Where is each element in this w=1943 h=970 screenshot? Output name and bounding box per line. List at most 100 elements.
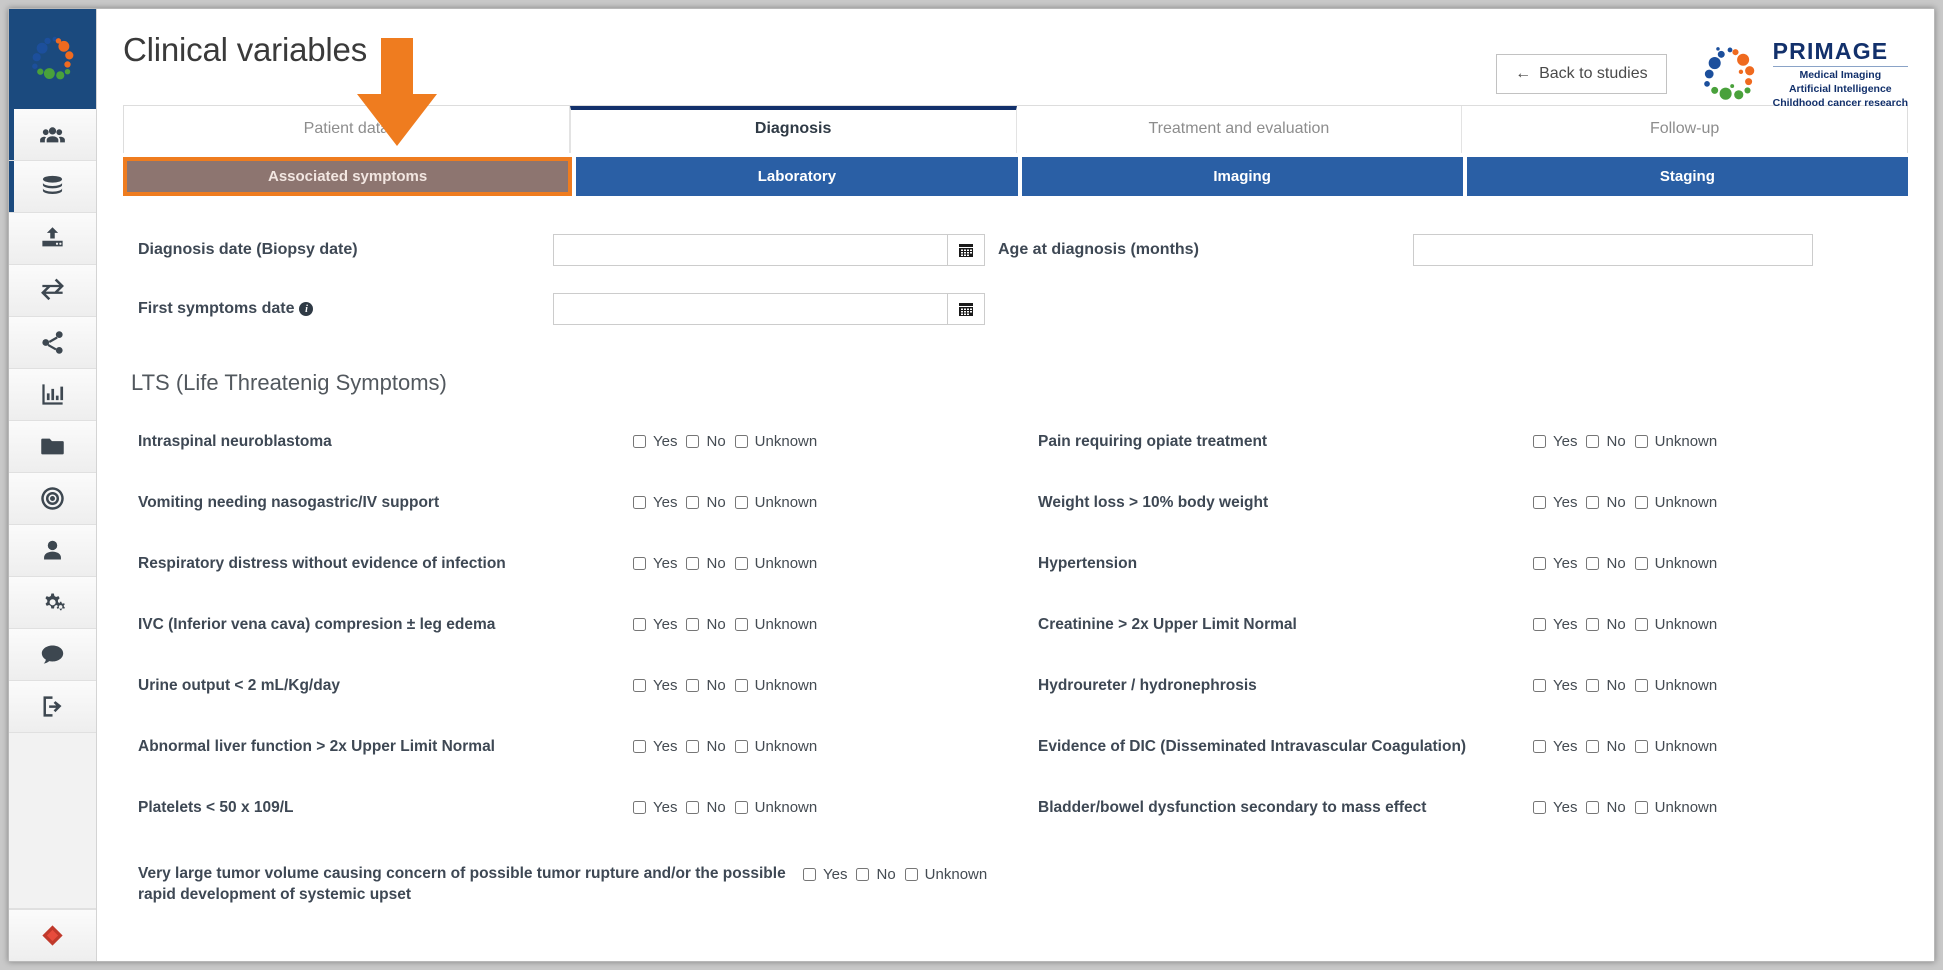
checkbox-unknown[interactable] [1634,556,1648,570]
checkbox-no[interactable] [686,678,700,692]
back-to-studies-button[interactable]: ← Back to studies [1496,54,1667,95]
checkbox-no[interactable] [686,495,700,509]
checkbox-yes[interactable] [633,800,646,814]
sidebar-item-upload[interactable] [9,213,96,265]
label-yes[interactable]: Yes [1553,494,1577,511]
label-yes[interactable]: Yes [1553,677,1577,694]
checkbox-yes[interactable] [633,617,646,631]
label-yes[interactable]: Yes [1553,799,1577,816]
label-no[interactable]: No [1606,738,1625,755]
label-yes[interactable]: Yes [653,555,677,572]
tab-patient-data[interactable]: Patient data [124,106,570,153]
label-no[interactable]: No [706,494,725,511]
label-unknown[interactable]: Unknown [925,866,988,883]
checkbox-unknown[interactable] [734,556,748,570]
label-yes[interactable]: Yes [1553,616,1577,633]
diagnosis-date-input[interactable] [553,234,947,266]
tab-follow-up[interactable]: Follow-up [1462,106,1907,153]
label-yes[interactable]: Yes [653,494,677,511]
sidebar-item-targets[interactable] [9,473,96,525]
label-unknown[interactable]: Unknown [755,677,818,694]
checkbox-unknown[interactable] [1634,617,1648,631]
checkbox-yes[interactable] [1533,495,1546,509]
label-unknown[interactable]: Unknown [1655,738,1718,755]
label-no[interactable]: No [1606,677,1625,694]
label-unknown[interactable]: Unknown [1655,616,1718,633]
checkbox-unknown[interactable] [734,495,748,509]
checkbox-no[interactable] [686,556,700,570]
label-yes[interactable]: Yes [1553,555,1577,572]
checkbox-no[interactable] [686,617,700,631]
checkbox-unknown[interactable] [1634,678,1648,692]
checkbox-yes[interactable] [1533,617,1546,631]
checkbox-no[interactable] [1586,739,1600,753]
label-no[interactable]: No [1606,799,1625,816]
checkbox-unknown[interactable] [904,868,918,882]
label-yes[interactable]: Yes [1553,738,1577,755]
label-yes[interactable]: Yes [823,866,847,883]
label-yes[interactable]: Yes [653,799,677,816]
tab-diagnosis[interactable]: Diagnosis [569,106,1017,153]
label-yes[interactable]: Yes [653,677,677,694]
sidebar-item-files[interactable] [9,421,96,473]
sidebar-logo[interactable] [9,9,96,109]
checkbox-yes[interactable] [803,868,816,882]
label-no[interactable]: No [706,433,725,450]
diagnosis-date-calendar-button[interactable] [947,234,985,266]
tab-treatment-and-evaluation[interactable]: Treatment and evaluation [1016,106,1463,153]
label-unknown[interactable]: Unknown [755,799,818,816]
checkbox-yes[interactable] [633,556,646,570]
checkbox-unknown[interactable] [734,739,748,753]
label-no[interactable]: No [876,866,895,883]
checkbox-yes[interactable] [1533,556,1546,570]
checkbox-yes[interactable] [1533,800,1546,814]
sidebar-item-share[interactable] [9,317,96,369]
sidebar-item-profile[interactable] [9,525,96,577]
label-unknown[interactable]: Unknown [755,494,818,511]
checkbox-unknown[interactable] [734,678,748,692]
checkbox-yes[interactable] [633,739,646,753]
label-unknown[interactable]: Unknown [755,555,818,572]
sidebar-item-footer[interactable] [9,909,96,961]
checkbox-unknown[interactable] [734,435,748,448]
label-yes[interactable]: Yes [653,433,677,450]
sidebar-item-patients[interactable] [9,109,96,161]
checkbox-no[interactable] [686,739,700,753]
label-no[interactable]: No [1606,555,1625,572]
label-unknown[interactable]: Unknown [755,433,818,450]
subtab-associated-symptoms[interactable]: Associated symptoms [123,157,573,196]
checkbox-no[interactable] [1586,678,1600,692]
checkbox-unknown[interactable] [1634,739,1648,753]
subtab-laboratory[interactable]: Laboratory [576,157,1018,196]
label-no[interactable]: No [706,738,725,755]
checkbox-unknown[interactable] [734,800,748,814]
label-unknown[interactable]: Unknown [755,616,818,633]
sidebar-item-transfer[interactable] [9,265,96,317]
checkbox-yes[interactable] [633,495,646,509]
first-symptoms-date-calendar-button[interactable] [947,293,985,325]
checkbox-no[interactable] [1586,556,1600,570]
label-no[interactable]: No [706,555,725,572]
label-unknown[interactable]: Unknown [1655,555,1718,572]
checkbox-unknown[interactable] [1634,495,1648,509]
checkbox-no[interactable] [686,435,700,448]
subtab-staging[interactable]: Staging [1466,157,1908,196]
label-unknown[interactable]: Unknown [1655,677,1718,694]
sidebar-item-database[interactable] [9,161,96,213]
checkbox-no[interactable] [856,868,870,882]
checkbox-no[interactable] [1586,495,1600,509]
label-yes[interactable]: Yes [1553,433,1577,450]
checkbox-yes[interactable] [1533,678,1546,692]
checkbox-no[interactable] [1586,617,1600,631]
first-symptoms-date-input[interactable] [553,293,947,325]
label-unknown[interactable]: Unknown [1655,433,1718,450]
sidebar-item-messages[interactable] [9,629,96,681]
label-unknown[interactable]: Unknown [755,738,818,755]
sidebar-item-statistics[interactable] [9,369,96,421]
label-no[interactable]: No [706,799,725,816]
label-yes[interactable]: Yes [653,616,677,633]
label-no[interactable]: No [706,677,725,694]
sidebar-item-logout[interactable] [9,681,96,733]
checkbox-yes[interactable] [1533,739,1546,753]
checkbox-yes[interactable] [1533,435,1546,448]
